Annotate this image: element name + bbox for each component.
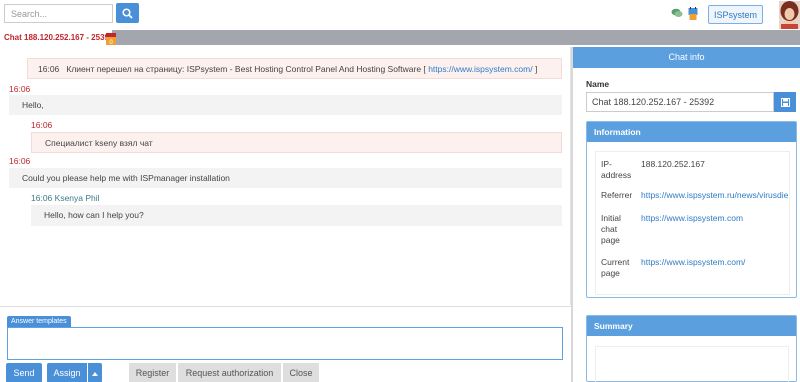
chat-icon[interactable] [671, 8, 683, 18]
client-message: Could you please help me with ISPmanager… [9, 168, 562, 188]
assign-button[interactable]: Assign [47, 363, 87, 382]
calendar-icon[interactable] [688, 7, 698, 20]
register-button[interactable]: Register [129, 363, 176, 382]
message-text: Клиент перешел на страницу: ISPsystem - … [66, 64, 426, 74]
info-key: Current page [601, 257, 630, 278]
tab-chat[interactable]: Chat 188.120.252.167 - 25392 [0, 30, 112, 45]
avatar[interactable] [779, 1, 800, 29]
message-text: Специалист kseny взял чат [45, 138, 153, 148]
system-message: Специалист kseny взял чат [31, 132, 562, 153]
information-card: Information IP-address 188.120.252.167 R… [586, 121, 797, 298]
information-title: Information [587, 122, 796, 142]
message-tail: ] [534, 64, 538, 74]
message-time: 16:06 [31, 120, 53, 130]
search-button[interactable] [116, 3, 139, 23]
message-link[interactable]: https://www.ispsystem.com/ [428, 64, 532, 74]
tab-label: Chat 188.120.252.167 - 25392 [4, 33, 112, 42]
summary-box[interactable] [595, 346, 789, 382]
info-link[interactable]: https://www.ispsystem.ru/news/virusdie [641, 190, 788, 201]
tab-strip: Chat 188.120.252.167 - 25392 0 [0, 30, 800, 45]
message-author: Ksenya Phil [54, 193, 100, 203]
message-time: 16:06 [9, 84, 31, 94]
information-table: IP-address 188.120.252.167 Referrer http… [595, 151, 790, 295]
top-bar: ISPsystem [0, 0, 800, 29]
message-input[interactable] [7, 327, 563, 360]
info-key: Initial chat page [601, 213, 621, 245]
assign-dropdown[interactable] [88, 363, 102, 382]
save-button[interactable] [774, 92, 796, 112]
info-link[interactable]: https://www.ispsystem.com/ [641, 257, 745, 268]
info-key: Referrer [601, 190, 633, 200]
operator-meta: 16:06 Ksenya Phil [31, 193, 100, 203]
answer-templates-button[interactable]: Answer templates [7, 316, 71, 327]
compose-area: Answer templates Send Assign Register Re… [0, 306, 571, 382]
send-button[interactable]: Send [6, 363, 42, 382]
operator-message: Hello, how can I help you? [31, 205, 562, 226]
message-time: 16:06 [9, 156, 31, 166]
request-authorization-button[interactable]: Request authorization [178, 363, 281, 382]
client-message: Hello, [9, 95, 562, 115]
message-text: Hello, [22, 100, 44, 110]
message-text: Could you please help me with ISPmanager… [22, 173, 230, 183]
message-time: 16:06 [38, 64, 60, 74]
tab-badge-icon[interactable]: 0 [106, 33, 116, 45]
save-icon [780, 97, 790, 107]
chat-log: 16:06 Клиент перешел на страницу: ISPsys… [0, 47, 571, 305]
chat-info-panel: Chat info Name Information IP-address 18… [573, 47, 800, 382]
info-value: 188.120.252.167 [641, 159, 705, 169]
name-label: Name [586, 79, 610, 89]
brand-button[interactable]: ISPsystem [708, 5, 763, 24]
search-field[interactable] [4, 4, 113, 23]
info-key: IP-address [601, 159, 632, 180]
system-message: 16:06 Клиент перешел на страницу: ISPsys… [27, 58, 562, 79]
message-text: Hello, how can I help you? [44, 210, 144, 220]
search-input[interactable] [5, 5, 112, 22]
message-time: 16:06 [31, 193, 53, 203]
info-link[interactable]: https://www.ispsystem.com [641, 213, 743, 224]
chat-info-title: Chat info [573, 47, 800, 68]
summary-title: Summary [587, 316, 796, 336]
name-field[interactable] [586, 92, 774, 112]
search-icon [122, 7, 133, 19]
close-button[interactable]: Close [283, 363, 319, 382]
caret-up-icon [92, 372, 98, 376]
summary-card: Summary [586, 315, 797, 382]
